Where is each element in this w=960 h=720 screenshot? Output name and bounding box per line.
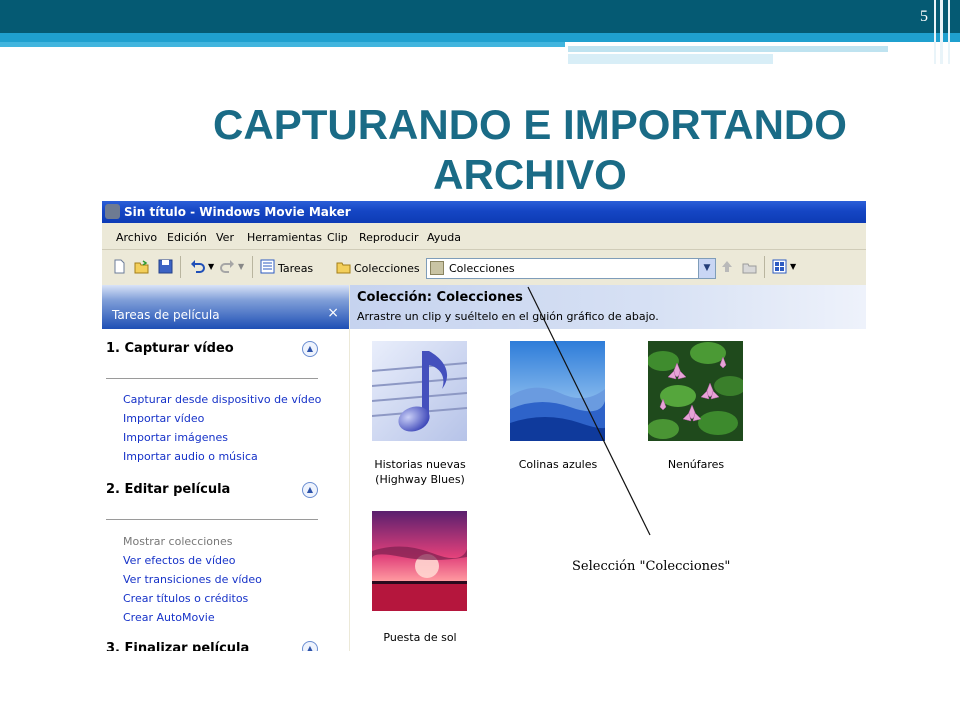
collection-item-label[interactable]: Historias nuevas (Highway Blues) (350, 457, 490, 487)
window-title: Sin título - Windows Movie Maker (124, 205, 351, 219)
link-import-video[interactable]: Importar vídeo (123, 412, 204, 425)
chevron-down-icon[interactable]: ▼ (790, 262, 796, 271)
toolbar-separator (252, 256, 253, 278)
toolbar-separator (180, 256, 181, 278)
menu-archivo[interactable]: Archivo (116, 231, 157, 244)
save-icon[interactable] (158, 259, 173, 274)
collapse-icon[interactable]: ▲ (302, 341, 318, 357)
collection-title: Colección: Colecciones (357, 290, 523, 305)
menu-ver[interactable]: Ver (216, 231, 234, 244)
link-capture-from-device[interactable]: Capturar desde dispositivo de vídeo (123, 393, 321, 406)
new-collection-icon[interactable] (742, 259, 757, 274)
menu-bar: Archivo Edición Ver Herramientas Clip Re… (102, 223, 866, 250)
water-lilies-image[interactable] (648, 341, 743, 441)
collapse-icon[interactable]: ▲ (302, 482, 318, 498)
new-file-icon[interactable] (112, 259, 127, 274)
header-accent-stripe (568, 46, 888, 52)
sunset-image[interactable] (372, 511, 467, 611)
collections-folder-icon[interactable] (336, 259, 351, 274)
tasks-icon[interactable] (260, 259, 275, 274)
tasks-button[interactable]: Tareas (278, 262, 313, 275)
menu-ayuda[interactable]: Ayuda (427, 231, 461, 244)
collection-icon (430, 261, 444, 275)
section-divider (106, 378, 318, 379)
collection-item-label[interactable]: Colinas azules (488, 457, 628, 472)
toolbar: ▼ ▼ Tareas Colecciones Colecciones ▼ ▼ (102, 250, 866, 284)
decor-line (940, 0, 943, 64)
movie-maker-app-icon (105, 204, 120, 219)
movie-tasks-pane: Tareas de película × 1. Capturar vídeo ▲… (102, 285, 349, 651)
menu-clip[interactable]: Clip (327, 231, 348, 244)
header-accent-band (0, 33, 960, 42)
undo-icon[interactable] (190, 259, 205, 274)
task-pane-title: Tareas de película (112, 308, 220, 322)
link-import-images[interactable]: Importar imágenes (123, 431, 228, 444)
link-show-collections: Mostrar colecciones (123, 535, 233, 548)
chevron-down-icon[interactable]: ▼ (698, 259, 715, 278)
movie-maker-screenshot: Sin título - Windows Movie Maker Archivo… (102, 201, 866, 651)
menu-edicion[interactable]: Edición (167, 231, 207, 244)
up-arrow-icon[interactable] (720, 259, 735, 274)
section-finish-movie[interactable]: 3. Finalizar película (106, 641, 249, 651)
header-accent-stripe (0, 42, 565, 47)
slide-number: 5 (920, 8, 928, 25)
header-accent-stripe (568, 54, 773, 64)
open-folder-icon[interactable] (134, 259, 149, 274)
link-make-automovie[interactable]: Crear AutoMovie (123, 611, 215, 624)
link-view-video-transitions[interactable]: Ver transiciones de vídeo (123, 573, 262, 586)
toolbar-separator (764, 256, 765, 278)
collections-button[interactable]: Colecciones (354, 262, 420, 275)
views-icon[interactable] (772, 259, 787, 274)
menu-herramientas[interactable]: Herramientas (247, 231, 322, 244)
close-icon[interactable]: × (327, 305, 339, 321)
collection-item-label[interactable]: Puesta de sol (350, 630, 490, 645)
link-view-video-effects[interactable]: Ver efectos de vídeo (123, 554, 235, 567)
decor-line (948, 0, 950, 64)
task-pane-header: Tareas de película × (102, 285, 349, 329)
blue-hills-image[interactable] (510, 341, 605, 441)
link-import-audio[interactable]: Importar audio o música (123, 450, 258, 463)
collections-dropdown[interactable]: Colecciones ▼ (426, 258, 716, 279)
section-capture-video[interactable]: 1. Capturar vídeo (106, 341, 234, 356)
collections-dropdown-value: Colecciones (449, 262, 515, 275)
redo-icon[interactable] (220, 259, 235, 274)
section-divider (106, 519, 318, 520)
section-edit-movie[interactable]: 2. Editar película (106, 482, 230, 497)
collection-item-label[interactable]: Nenúfares (626, 457, 766, 472)
header-band (0, 0, 960, 33)
window-title-bar: Sin título - Windows Movie Maker (102, 201, 866, 223)
collection-header: Colección: Colecciones Arrastre un clip … (350, 285, 866, 329)
collection-content-area: Colección: Colecciones Arrastre un clip … (350, 285, 866, 651)
decor-line (934, 0, 936, 64)
collection-instructions: Arrastre un clip y suéltelo en el guión … (357, 310, 659, 323)
chevron-down-icon[interactable]: ▼ (208, 262, 214, 271)
music-note-icon[interactable] (372, 341, 467, 441)
slide-title: CAPTURANDO E IMPORTANDO ARCHIVO (213, 101, 847, 198)
collapse-icon[interactable]: ▲ (302, 641, 318, 651)
chevron-down-icon[interactable]: ▼ (238, 262, 244, 271)
menu-reproducir[interactable]: Reproducir (359, 231, 419, 244)
annotation-label: Selección "Colecciones" (572, 559, 731, 574)
link-make-titles-credits[interactable]: Crear títulos o créditos (123, 592, 248, 605)
